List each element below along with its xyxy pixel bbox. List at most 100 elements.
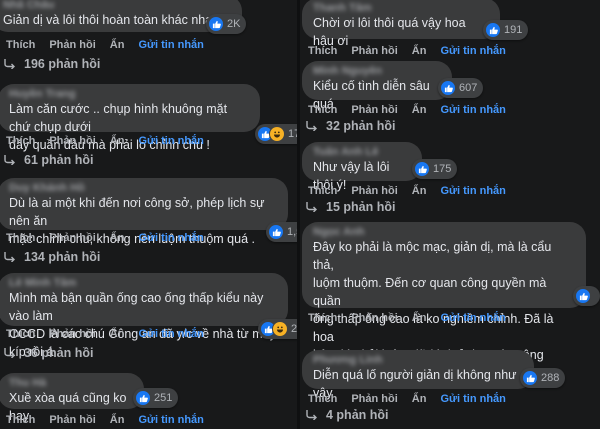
reaction-badge[interactable]: 175 xyxy=(412,159,458,179)
reaction-badge[interactable]: 17 xyxy=(255,124,297,144)
reply-button[interactable]: Phản hồi xyxy=(351,393,397,405)
hide-button[interactable]: Ẩn xyxy=(110,328,125,340)
commenter-name[interactable]: Duy Khánh Hồ xyxy=(9,182,276,194)
haha-icon xyxy=(272,321,288,337)
like-icon xyxy=(440,80,456,96)
comment-actions: Thích Phản hồi Ẩn Gửi tin nhắn xyxy=(308,45,520,57)
reaction-badge[interactable]: 191 xyxy=(483,20,529,40)
reply-arrow-icon xyxy=(306,410,317,420)
comment-actions: Thích Phản hồi Ẩn Gửi tin nhắn xyxy=(308,312,520,324)
comment-bubble[interactable]: Duy Khánh Hồ Dù là ai một khi đến nơi cô… xyxy=(0,178,288,246)
comment-actions: Thích Phản hồi Ẩn Gửi tin nhắn xyxy=(308,104,520,116)
reply-button[interactable]: Phản hồi xyxy=(49,39,95,51)
like-button[interactable]: Thích xyxy=(6,39,35,51)
comment-bubble[interactable]: Ngọc Anh Đây ko phải là mộc mạc, giản dị… xyxy=(302,222,586,380)
commenter-name[interactable]: Thanh Tâm xyxy=(313,2,488,14)
view-replies-link[interactable]: 32 phản hồi xyxy=(306,119,395,133)
hide-button[interactable]: Ẩn xyxy=(412,104,427,116)
hide-button[interactable]: Ẩn xyxy=(412,185,427,197)
hide-button[interactable]: Ẩn xyxy=(412,312,427,324)
send-message-button[interactable]: Gửi tin nhắn xyxy=(440,104,505,116)
reply-button[interactable]: Phản hồi xyxy=(351,45,397,57)
hide-button[interactable]: Ẩn xyxy=(110,232,125,244)
like-icon xyxy=(522,370,538,386)
like-button[interactable]: Thích xyxy=(6,232,35,244)
commenter-name[interactable]: Ngọc Anh xyxy=(313,226,574,238)
comment-bubble[interactable]: Lê Minh Tâm Mình mà bận quần ống cao ống… xyxy=(0,273,288,359)
commenter-name[interactable]: Huyền Trang xyxy=(9,88,248,100)
reaction-count: 607 xyxy=(459,82,478,94)
reaction-count: 288 xyxy=(541,372,560,384)
reply-button[interactable]: Phản hồi xyxy=(49,135,95,147)
hide-button[interactable]: Ẩn xyxy=(110,414,125,426)
reaction-badge[interactable]: 1,5K xyxy=(266,222,297,242)
comment-bubble[interactable]: Phương Linh Diễn quá lố người giản dị kh… xyxy=(302,350,534,400)
hide-button[interactable]: Ẩn xyxy=(110,39,125,51)
replies-count: 4 phản hồi xyxy=(326,408,389,422)
reaction-badge[interactable]: 2K xyxy=(206,14,247,34)
send-message-button[interactable]: Gửi tin nhắn xyxy=(138,414,203,426)
view-replies-link[interactable]: 134 phản hồi xyxy=(4,250,100,264)
reply-button[interactable]: Phản hồi xyxy=(49,414,95,426)
view-replies-link[interactable]: 196 phản hồi xyxy=(4,57,100,71)
reaction-badge[interactable] xyxy=(573,286,600,306)
send-message-button[interactable]: Gửi tin nhắn xyxy=(440,45,505,57)
commenter-name[interactable]: Lê Minh Tâm xyxy=(9,277,276,289)
send-message-button[interactable]: Gửi tin nhắn xyxy=(138,39,203,51)
send-message-button[interactable]: Gửi tin nhắn xyxy=(440,185,505,197)
like-icon xyxy=(485,22,501,38)
commenter-name[interactable]: Tuấn Anh Lê xyxy=(313,146,410,158)
reply-arrow-icon xyxy=(306,121,317,131)
reaction-count: 191 xyxy=(504,24,523,36)
commenter-name[interactable]: Thu Hà xyxy=(9,377,132,389)
view-replies-link[interactable]: 36 phản hồi xyxy=(4,346,93,360)
reply-button[interactable]: Phản hồi xyxy=(49,232,95,244)
comment-bubble[interactable]: Tuấn Anh Lê Như vậy là lôi thôi ý! xyxy=(302,142,422,192)
hide-button[interactable]: Ẩn xyxy=(412,45,427,57)
commenter-name[interactable]: Minh Nguyên xyxy=(313,65,440,77)
reply-button[interactable]: Phản hồi xyxy=(351,185,397,197)
like-button[interactable]: Thích xyxy=(308,312,337,324)
hide-button[interactable]: Ẩn xyxy=(110,135,125,147)
send-message-button[interactable]: Gửi tin nhắn xyxy=(138,328,203,340)
reaction-badge[interactable]: 607 xyxy=(438,78,484,98)
send-message-button[interactable]: Gửi tin nhắn xyxy=(138,232,203,244)
view-replies-link[interactable]: 61 phản hồi xyxy=(4,153,93,167)
reaction-count: 175 xyxy=(433,163,452,175)
reply-button[interactable]: Phản hồi xyxy=(49,328,95,340)
comment-actions: Thích Phản hồi Ẩn Gửi tin nhắn xyxy=(6,135,218,147)
like-button[interactable]: Thích xyxy=(6,414,35,426)
haha-icon xyxy=(269,126,285,142)
reply-button[interactable]: Phản hồi xyxy=(351,104,397,116)
reaction-count: 251 xyxy=(154,392,173,404)
view-replies-link[interactable]: 15 phản hồi xyxy=(306,200,395,214)
reaction-badge[interactable]: 288 xyxy=(520,368,566,388)
commenter-name[interactable]: Nhã Châu xyxy=(3,0,230,11)
comment-bubble[interactable]: Huyền Trang Làm căn cước .. chụp hình kh… xyxy=(0,84,260,152)
send-message-button[interactable]: Gửi tin nhắn xyxy=(440,312,505,324)
reaction-count: 2K xyxy=(227,18,241,30)
reaction-count: 1,5K xyxy=(287,226,297,238)
send-message-button[interactable]: Gửi tin nhắn xyxy=(138,135,203,147)
commenter-name[interactable]: Phương Linh xyxy=(313,354,522,366)
comment-bubble[interactable]: Minh Nguyên Kiểu cố tình diễn sâu quá xyxy=(302,61,452,111)
comment-bubble[interactable]: Thanh Tâm Chời ơi lôi thôi quá vậy hoa h… xyxy=(302,0,500,48)
like-button[interactable]: Thích xyxy=(6,135,35,147)
send-message-button[interactable]: Gửi tin nhắn xyxy=(440,393,505,405)
reaction-badge[interactable]: 251 xyxy=(133,388,179,408)
comment-actions: Thích Phản hồi Ẩn Gửi tin nhắn xyxy=(6,328,218,340)
reply-button[interactable]: Phản hồi xyxy=(351,312,397,324)
comment-bubble[interactable]: Thu Hà Xuề xòa quá cũng ko hay xyxy=(0,373,144,423)
like-button[interactable]: Thích xyxy=(308,185,337,197)
like-button[interactable]: Thích xyxy=(308,104,337,116)
like-button[interactable]: Thích xyxy=(6,328,35,340)
replies-count: 15 phản hồi xyxy=(326,200,396,214)
reply-arrow-icon xyxy=(4,155,15,165)
reaction-badge[interactable]: 280 xyxy=(258,319,297,339)
view-replies-link[interactable]: 4 phản hồi xyxy=(306,408,389,422)
reply-arrow-icon xyxy=(4,252,15,262)
hide-button[interactable]: Ẩn xyxy=(412,393,427,405)
like-button[interactable]: Thích xyxy=(308,393,337,405)
like-icon xyxy=(575,288,591,304)
like-button[interactable]: Thích xyxy=(308,45,337,57)
